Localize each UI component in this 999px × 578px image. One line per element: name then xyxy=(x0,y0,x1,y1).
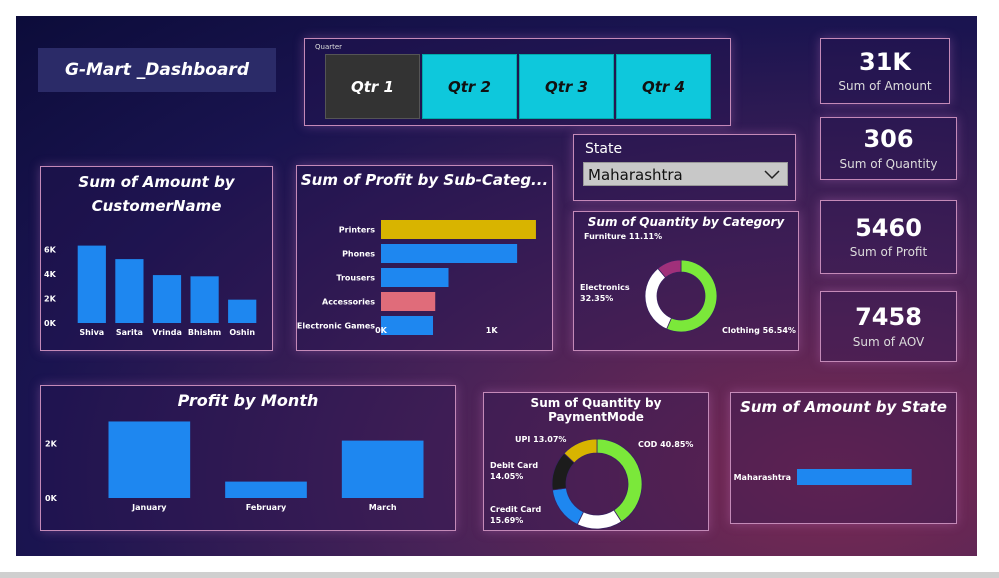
dashboard-canvas: G-Mart _Dashboard Quarter Qtr 1 Qtr 2 Qt… xyxy=(16,16,977,556)
bar xyxy=(381,316,434,335)
kpi-amount-value: 31K xyxy=(859,47,911,76)
quantity-by-category-chart: Clothing 56.54% Electronics 32.35% Furnitur… xyxy=(580,232,796,335)
kpi-card-aov: 7458 Sum of AOV xyxy=(820,291,957,362)
bar xyxy=(152,275,182,323)
slice-label: Clothing 56.54% xyxy=(722,326,796,335)
dashboard-title-text: G-Mart _Dashboard xyxy=(64,60,249,80)
bar xyxy=(797,469,912,485)
window-bottom-edge xyxy=(0,572,999,578)
kpi-profit-label: Sum of Profit xyxy=(849,245,928,260)
bar xyxy=(77,245,106,323)
y-tick-label: 0K xyxy=(44,319,57,328)
profit-by-month-chart: 0K 2K January February March xyxy=(45,421,424,512)
quantity-by-category-title: Sum of Quantity by Category xyxy=(587,215,785,229)
y-tick-label: Phones xyxy=(342,250,375,259)
bar xyxy=(225,481,307,498)
bar xyxy=(228,299,257,323)
slice-label: Debit Card xyxy=(490,461,538,470)
x-tick-label: Oshin xyxy=(229,328,255,337)
quarter-slicer: Quarter Qtr 1 Qtr 2 Qtr 3 Qtr 4 xyxy=(304,38,731,126)
amount-by-customer-chart: 0K 2K 4K 6K Shiva Sarita Vrinda Bhishm Oshin xyxy=(44,245,257,337)
x-tick-label: 0K xyxy=(375,326,388,335)
profit-by-subcategory-title: Sum of Profit by Sub-Categ... xyxy=(300,171,549,189)
chevron-down-icon xyxy=(764,170,780,180)
y-tick-label: 0K xyxy=(45,494,58,503)
bar xyxy=(341,440,424,498)
slice xyxy=(644,267,672,330)
quantity-by-category-card: Sum of Quantity by Category Clothing 56.… xyxy=(573,211,799,351)
quantity-by-paymentmode-chart: COD 40.85%EMI 16.34%Credit Card15.69%Deb… xyxy=(490,435,693,530)
amount-by-state-card: Sum of Amount by State Maharashtra0K20K4… xyxy=(730,392,957,524)
y-tick-label: 6K xyxy=(44,245,57,254)
x-tick-label: Vrinda xyxy=(152,328,182,337)
x-tick-label: Bhishm xyxy=(188,328,221,337)
bar xyxy=(381,244,518,263)
quarter-option-qtr2[interactable]: Qtr 2 xyxy=(422,54,517,119)
bar xyxy=(381,220,536,239)
y-tick-label: Trousers xyxy=(336,274,375,283)
slice xyxy=(551,487,585,526)
x-tick-label: Shiva xyxy=(79,328,104,337)
bar xyxy=(381,292,436,311)
kpi-card-amount: 31K Sum of Amount xyxy=(820,38,950,104)
bar xyxy=(381,268,449,287)
kpi-quantity-value: 306 xyxy=(863,125,914,154)
kpi-profit-value: 5460 xyxy=(855,213,922,242)
state-slicer-label: State xyxy=(585,141,623,157)
kpi-aov-label: Sum of AOV xyxy=(852,334,925,349)
y-tick-label: 4K xyxy=(44,270,57,279)
y-tick-label: Accessories xyxy=(322,298,375,307)
kpi-quantity-label: Sum of Quantity xyxy=(839,156,938,171)
amount-by-state-chart: Maharashtra0K20K40K xyxy=(734,469,912,485)
profit-by-subcategory-card: Sum of Profit by Sub-Categ... Printers Ph… xyxy=(296,165,553,351)
y-tick-label: 2K xyxy=(45,439,58,448)
slice xyxy=(596,438,643,523)
amount-by-state-title: Sum of Amount by State xyxy=(740,398,947,416)
y-tick-label: Printers xyxy=(339,226,375,235)
y-tick-label: 2K xyxy=(44,294,57,303)
quarter-slicer-label: Quarter xyxy=(315,43,343,51)
y-tick-label: Maharashtra xyxy=(734,473,791,482)
dashboard-title: G-Mart _Dashboard xyxy=(38,48,276,92)
bar xyxy=(115,259,144,323)
state-dropdown[interactable]: Maharashtra xyxy=(583,162,788,186)
x-tick-label: January xyxy=(131,503,167,512)
bar xyxy=(108,421,191,498)
amount-by-customer-card: Sum of Amount by CustomerName 0K 2K 4K 6K Sh… xyxy=(40,166,273,351)
bar xyxy=(190,276,219,323)
x-tick-label: Sarita xyxy=(116,328,143,337)
slice-label: UPI 13.07% xyxy=(515,435,566,444)
x-tick-label: 1K xyxy=(486,326,499,335)
profit-by-subcategory-chart: Printers Phones Trousers Accessories Electro… xyxy=(297,220,536,335)
slice-label: Electronics xyxy=(580,283,630,292)
kpi-card-quantity: 306 Sum of Quantity xyxy=(820,117,957,180)
x-tick-label: March xyxy=(369,503,397,512)
kpi-amount-label: Sum of Amount xyxy=(838,79,932,94)
y-tick-label: Electronic Games xyxy=(297,322,375,331)
quarter-option-qtr3[interactable]: Qtr 3 xyxy=(519,54,614,119)
slice-label: 32.35% xyxy=(580,294,613,303)
slice-label: Credit Card xyxy=(490,505,542,514)
state-slicer: State Maharashtra xyxy=(573,134,796,201)
profit-by-month-card: Profit by Month 0K 2K January February March xyxy=(40,385,456,531)
state-dropdown-value: Maharashtra xyxy=(588,166,683,184)
kpi-card-profit: 5460 Sum of Profit xyxy=(820,200,957,274)
kpi-aov-value: 7458 xyxy=(855,303,922,332)
profit-by-month-title: Profit by Month xyxy=(177,391,319,410)
slice-label: 15.69% xyxy=(490,516,523,525)
slice-label: 14.05% xyxy=(490,472,523,481)
quarter-option-qtr4[interactable]: Qtr 4 xyxy=(616,54,711,119)
x-tick-label: February xyxy=(246,503,287,512)
slice-label: COD 40.85% xyxy=(638,440,693,449)
quantity-by-paymentmode-card: Sum of Quantity by PaymentMode COD 40.85… xyxy=(483,392,709,531)
slice xyxy=(576,509,623,530)
slice-label: Furniture 11.11% xyxy=(584,232,662,241)
quarter-option-qtr1[interactable]: Qtr 1 xyxy=(325,54,420,119)
amount-by-customer-title: Sum of Amount by CustomerName xyxy=(78,173,235,215)
